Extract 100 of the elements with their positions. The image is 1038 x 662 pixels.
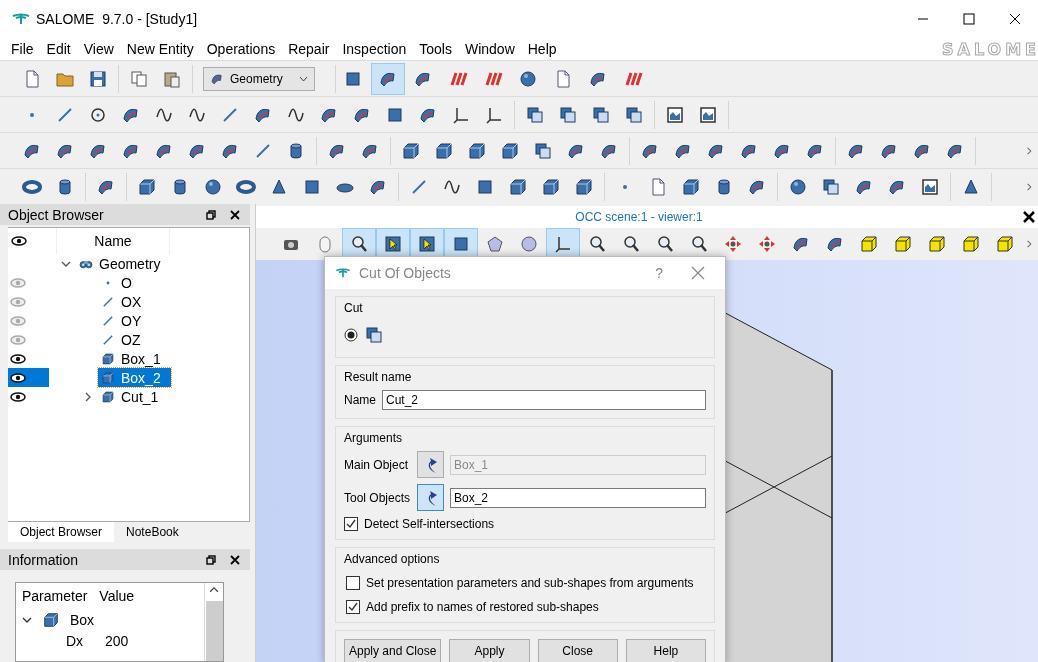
menu-item[interactable]: View: [77, 41, 121, 57]
cube-icon[interactable]: [434, 140, 454, 161]
cube-icon: [101, 389, 115, 404]
tree-item[interactable]: Box_1: [98, 349, 171, 368]
cube-icon[interactable]: [541, 176, 561, 197]
square-icon[interactable]: [451, 234, 471, 254]
move-arrows-icon[interactable]: [723, 234, 743, 254]
dialog-button[interactable]: Help: [625, 639, 706, 662]
menu-item[interactable]: Help: [521, 41, 564, 57]
overlapping-squares-icon[interactable]: [533, 140, 553, 161]
move-arrows-icon[interactable]: [757, 234, 777, 254]
eye-icon[interactable]: [10, 353, 26, 364]
selection-button[interactable]: [417, 484, 444, 511]
magnifier-icon[interactable]: [349, 234, 369, 254]
menu-item[interactable]: New Entity: [120, 41, 201, 57]
table-cell: 200: [105, 632, 129, 649]
cube-icon[interactable]: [681, 176, 701, 197]
close-icon[interactable]: [230, 209, 240, 220]
sphere-icon[interactable]: [788, 176, 808, 197]
brand-logo: SALOME: [942, 39, 1038, 59]
overlapping-squares-icon[interactable]: [821, 176, 841, 197]
tree-item[interactable]: O: [98, 273, 142, 292]
cube-icon: [42, 610, 60, 629]
overlapping-squares-icon[interactable]: [558, 104, 578, 125]
group-title: Arguments: [344, 431, 404, 445]
cursor-icon[interactable]: [383, 234, 403, 254]
name-field[interactable]: Cut_2: [382, 390, 706, 410]
axes-icon[interactable]: [553, 234, 573, 254]
object-field[interactable]: Box_2: [450, 487, 706, 508]
overlapping-squares-icon[interactable]: [624, 104, 644, 125]
eye-icon[interactable]: [10, 391, 26, 402]
eye-icon: [11, 235, 27, 246]
magnifier-icon[interactable]: [621, 234, 641, 254]
picture-icon[interactable]: [698, 104, 718, 125]
cube-icon[interactable]: [467, 140, 487, 161]
tree-item[interactable]: OX: [98, 292, 152, 311]
magnifier-icon[interactable]: [689, 234, 709, 254]
dialog-title: Cut Of Objects: [359, 265, 452, 281]
module-dropdown[interactable]: Geometry: [203, 66, 315, 91]
close-icon[interactable]: [230, 554, 240, 565]
checkbox[interactable]: [346, 600, 360, 614]
cube-icon[interactable]: [859, 234, 879, 254]
cube-icon[interactable]: [137, 176, 157, 197]
checkbox[interactable]: [346, 576, 360, 590]
cube-icon[interactable]: [401, 140, 421, 161]
scrollbar-thumb[interactable]: [205, 600, 223, 661]
tree-item[interactable]: Geometry: [76, 254, 171, 273]
field-label: Tool Objects: [344, 490, 411, 505]
column-header[interactable]: Parameter: [16, 588, 94, 604]
panel-tab[interactable]: Object Browser: [8, 522, 115, 542]
overlapping-squares-icon[interactable]: [525, 104, 545, 125]
picture-icon[interactable]: [665, 104, 685, 125]
table-cell-text: Dx: [66, 632, 85, 649]
tree-item[interactable]: OZ: [98, 330, 151, 349]
copy-icon[interactable]: [129, 68, 149, 89]
viewer-title: OCC scene:1 - viewer:1: [574, 210, 704, 224]
panel-title: Object Browser: [8, 206, 104, 223]
menu-item[interactable]: Repair: [282, 41, 337, 57]
tree-item[interactable]: Box_2: [98, 368, 171, 387]
menu-item[interactable]: Window: [458, 41, 522, 57]
picture-icon[interactable]: [920, 176, 940, 197]
group-title: Advanced options: [344, 552, 441, 566]
magnifier-icon[interactable]: [587, 234, 607, 254]
menu-item[interactable]: Operations: [200, 41, 283, 57]
cube-icon[interactable]: [508, 176, 528, 197]
help-button[interactable]: ?: [635, 265, 683, 281]
dialog-button[interactable]: Apply and Close: [344, 639, 442, 662]
menu-item[interactable]: Edit: [40, 41, 78, 57]
menu-item[interactable]: Inspection: [336, 41, 414, 57]
column-header[interactable]: Name: [56, 228, 170, 254]
magnifier-icon[interactable]: [655, 234, 675, 254]
window-title: SALOME 9.7.0 - [Study1]: [36, 11, 198, 27]
cube-icon[interactable]: [961, 234, 981, 254]
tree-item[interactable]: Cut_1: [98, 387, 169, 406]
float-panel-icon[interactable]: [206, 554, 216, 565]
checkbox-label: Add prefix to names of restored sub-shapes: [366, 600, 599, 614]
pentagon-icon[interactable]: [485, 234, 505, 254]
cube-icon[interactable]: [927, 234, 947, 254]
close-icon[interactable]: [1022, 210, 1036, 224]
menu-item[interactable]: Tools: [413, 41, 459, 57]
checkbox[interactable]: [344, 517, 358, 531]
sphere-icon[interactable]: [518, 68, 538, 89]
cube-icon[interactable]: [893, 234, 913, 254]
eye-icon[interactable]: [10, 372, 26, 383]
cube-icon: [101, 351, 115, 366]
dialog-button[interactable]: Close: [537, 639, 618, 662]
sphere-icon[interactable]: [203, 176, 223, 197]
cube-icon[interactable]: [500, 140, 520, 161]
cursor-icon[interactable]: [417, 234, 437, 254]
overlapping-squares-icon[interactable]: [591, 104, 611, 125]
radio-button[interactable]: [344, 328, 358, 342]
column-header[interactable]: Value: [93, 588, 141, 604]
checkbox-label: Detect Self-intersections: [364, 517, 495, 531]
dialog-button[interactable]: Apply: [449, 639, 530, 662]
menu-item[interactable]: File: [5, 41, 41, 57]
table-cell: Box: [70, 611, 95, 628]
float-panel-icon[interactable]: [206, 209, 216, 220]
cube-icon[interactable]: [574, 176, 594, 197]
tree-item[interactable]: OY: [98, 311, 152, 330]
cube-icon[interactable]: [995, 234, 1015, 254]
